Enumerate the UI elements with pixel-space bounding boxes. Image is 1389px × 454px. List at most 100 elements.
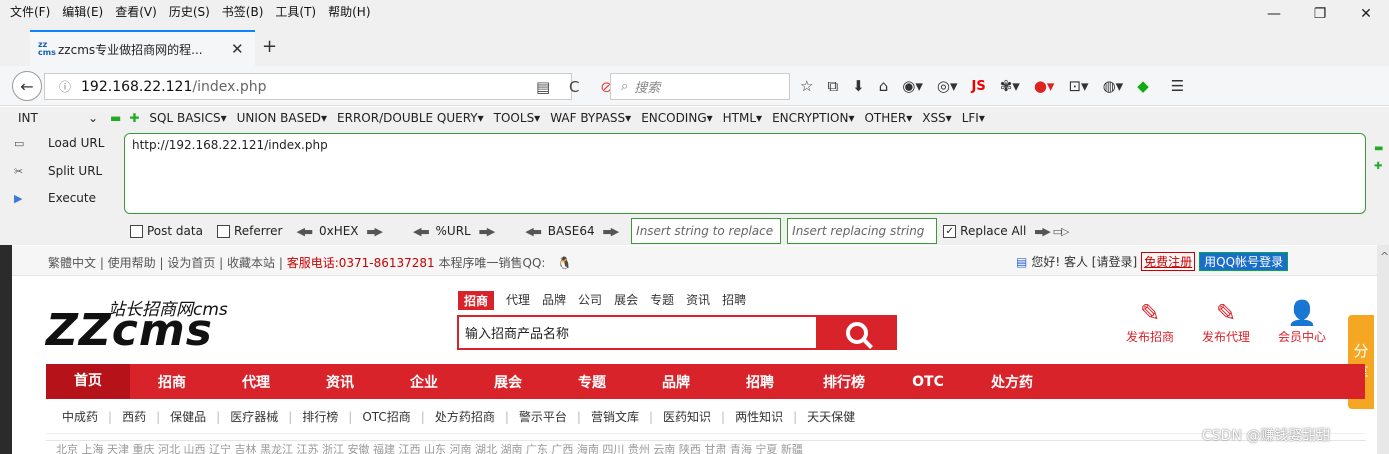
menu-tools[interactable]: 工具(T) <box>269 3 322 20</box>
nav-zixun[interactable]: 资讯 <box>298 372 382 392</box>
subnav-item[interactable]: 医疗器械 <box>230 408 278 425</box>
subnav-item[interactable]: 处方药招商 <box>435 408 495 425</box>
replace-to-input[interactable]: Insert replacing string <box>787 218 938 244</box>
menu-edit[interactable]: 编辑(E) <box>56 3 109 20</box>
nav-otc[interactable]: OTC <box>886 374 970 390</box>
search-tab-pinpai[interactable]: 品牌 <box>542 291 566 310</box>
hex-encode-button[interactable]: ◀▬ 0xHEX ▬▶ <box>296 224 383 238</box>
menu-history[interactable]: 历史(S) <box>163 3 216 20</box>
globe-icon[interactable]: ◍▾ <box>1103 77 1124 95</box>
address-bar[interactable]: ⓘ 192.168.22.121 /index.php <box>44 73 572 100</box>
subnav-item[interactable]: 营销文库 <box>591 408 639 425</box>
menu-tools-hack[interactable]: TOOLS▾ <box>494 111 541 125</box>
referrer-checkbox[interactable]: Referrer <box>216 224 282 238</box>
subnav-item[interactable]: 排行榜 <box>302 408 338 425</box>
region-links[interactable]: 北京 上海 天津 重庆 河北 山西 辽宁 吉林 黑龙江 江苏 浙江 安徽 福建 … <box>46 440 1366 454</box>
menu-other[interactable]: OTHER▾ <box>864 111 912 125</box>
site-search-input[interactable]: 输入招商产品名称 <box>457 315 817 350</box>
download-icon[interactable]: ⬇ <box>852 77 865 95</box>
nav-home[interactable]: 首页 <box>46 364 130 399</box>
hackbar-url-textarea[interactable]: http://192.168.22.121/index.php <box>124 133 1366 214</box>
expand-icon[interactable]: ✚ <box>1374 158 1383 176</box>
menu-sql-basics[interactable]: SQL BASICS▾ <box>149 111 226 125</box>
menu-html[interactable]: HTML▾ <box>723 111 762 125</box>
menu-error-double-query[interactable]: ERROR/DOUBLE QUERY▾ <box>337 111 484 125</box>
menu-xss[interactable]: XSS▾ <box>922 111 951 125</box>
replace-all-checkbox[interactable]: ✓ Replace All ▬▶ ▭▷ <box>943 224 1069 238</box>
minus-icon[interactable]: ▬ <box>110 111 121 125</box>
greeting-text[interactable]: 您好! 客人 [请登录] <box>1031 253 1137 270</box>
screenshot-icon[interactable]: ⊡▾ <box>1068 77 1088 95</box>
publish-daili-link[interactable]: ✎ 发布代理 <box>1191 298 1261 345</box>
reload-button[interactable]: ▤ C ⊘ <box>536 78 613 96</box>
collapse-icon[interactable]: ▬ <box>1374 140 1383 158</box>
nav-zhanhui[interactable]: 展会 <box>466 372 550 392</box>
palette-icon[interactable]: ◎▾ <box>937 77 958 95</box>
js-toggle-icon[interactable]: JS <box>972 79 986 94</box>
subnav-item[interactable]: 中成药 <box>62 408 98 425</box>
nav-paihangbang[interactable]: 排行榜 <box>802 372 886 392</box>
nav-qiye[interactable]: 企业 <box>382 372 466 392</box>
search-tab-zhaoshang[interactable]: 招商 <box>458 291 495 310</box>
menu-file[interactable]: 文件(F) <box>4 3 56 20</box>
subnav-item[interactable]: OTC招商 <box>362 408 410 425</box>
search-tab-zhuanti[interactable]: 专题 <box>650 291 674 310</box>
shield-icon[interactable]: ◆ <box>1137 77 1149 95</box>
menu-help[interactable]: 帮助(H) <box>322 3 376 20</box>
search-tab-zhanhui[interactable]: 展会 <box>614 291 638 310</box>
menu-view[interactable]: 查看(V) <box>109 3 163 20</box>
subnav-item[interactable]: 天天保健 <box>807 408 855 425</box>
site-search-button[interactable] <box>816 315 897 350</box>
replace-from-input[interactable]: Insert string to replace <box>631 218 782 244</box>
search-tab-gongsi[interactable]: 公司 <box>578 291 602 310</box>
tamper-icon[interactable]: ✾▾ <box>1000 77 1020 95</box>
base64-button[interactable]: ◀▬ BASE64 ▬▶ <box>525 224 619 238</box>
nav-zhaopin[interactable]: 招聘 <box>718 372 802 392</box>
search-box[interactable]: ⌕ 搜索 <box>610 73 790 100</box>
subnav-item[interactable]: 警示平台 <box>519 408 567 425</box>
nav-chufangyao[interactable]: 处方药 <box>970 372 1054 392</box>
nav-pinpai[interactable]: 品牌 <box>634 372 718 392</box>
load-url-button[interactable]: ▭ Load URL <box>14 136 104 150</box>
subnav-item[interactable]: 两性知识 <box>735 408 783 425</box>
subnav-item[interactable]: 保健品 <box>170 408 206 425</box>
home-icon[interactable]: ⌂ <box>879 77 889 95</box>
info-icon[interactable]: ⓘ <box>59 78 71 95</box>
qq-penguin-icon[interactable]: 🐧 <box>557 256 572 270</box>
subnav-item[interactable]: 医药知识 <box>663 408 711 425</box>
nav-zhuanti[interactable]: 专题 <box>550 372 634 392</box>
site-logo[interactable]: 站长招商网cms ZZcms <box>46 295 276 356</box>
menu-union-based[interactable]: UNION BASED▾ <box>237 111 327 125</box>
search-tab-zhaopin[interactable]: 招聘 <box>722 291 746 310</box>
search-tab-daili[interactable]: 代理 <box>506 291 530 310</box>
split-url-button[interactable]: ✂ Split URL <box>14 164 102 178</box>
post-data-checkbox[interactable]: Post data <box>130 224 203 238</box>
hamburger-menu-icon[interactable]: ☰ <box>1171 77 1184 95</box>
execute-button[interactable]: ▶ Execute <box>14 191 96 205</box>
subnav-item[interactable]: 西药 <box>122 408 146 425</box>
menu-bookmarks[interactable]: 书签(B) <box>216 3 270 20</box>
menu-lfi[interactable]: LFI▾ <box>962 111 985 125</box>
plus-icon[interactable]: ✚ <box>129 111 139 125</box>
nav-zhaoshang[interactable]: 招商 <box>130 372 214 392</box>
scroll-up-icon[interactable]: ^ <box>1380 250 1389 263</box>
type-select[interactable]: INT ⌄ <box>0 111 106 125</box>
addon-icon[interactable]: ◉▾ <box>902 77 923 95</box>
page-scrollbar[interactable] <box>1377 245 1389 454</box>
register-link[interactable]: 免费注册 <box>1141 252 1196 271</box>
bookmark-star-icon[interactable]: ☆ <box>800 77 813 95</box>
nav-daili[interactable]: 代理 <box>214 372 298 392</box>
library-icon[interactable]: ⧉ <box>827 77 838 95</box>
hackbar-icon[interactable]: ●▾ <box>1034 77 1055 95</box>
new-tab-button[interactable]: + <box>262 36 277 57</box>
qq-login-button[interactable]: 用QQ帐号登录 <box>1199 252 1289 271</box>
member-center-link[interactable]: 👤 会员中心 <box>1267 298 1337 345</box>
publish-zhaoshang-link[interactable]: ✎ 发布招商 <box>1115 298 1185 345</box>
tab-close-icon[interactable]: ✕ <box>231 40 247 58</box>
menu-encoding[interactable]: ENCODING▾ <box>641 111 712 125</box>
url-encode-button[interactable]: ◀▬ %URL ▬▶ <box>413 224 495 238</box>
reader-view-icon[interactable]: ▤ <box>536 78 550 96</box>
browser-tab[interactable]: zz cms zzcms专业做招商网的程... ✕ <box>30 30 255 66</box>
back-button[interactable]: ← <box>12 71 42 101</box>
search-tab-zixun[interactable]: 资讯 <box>686 291 710 310</box>
